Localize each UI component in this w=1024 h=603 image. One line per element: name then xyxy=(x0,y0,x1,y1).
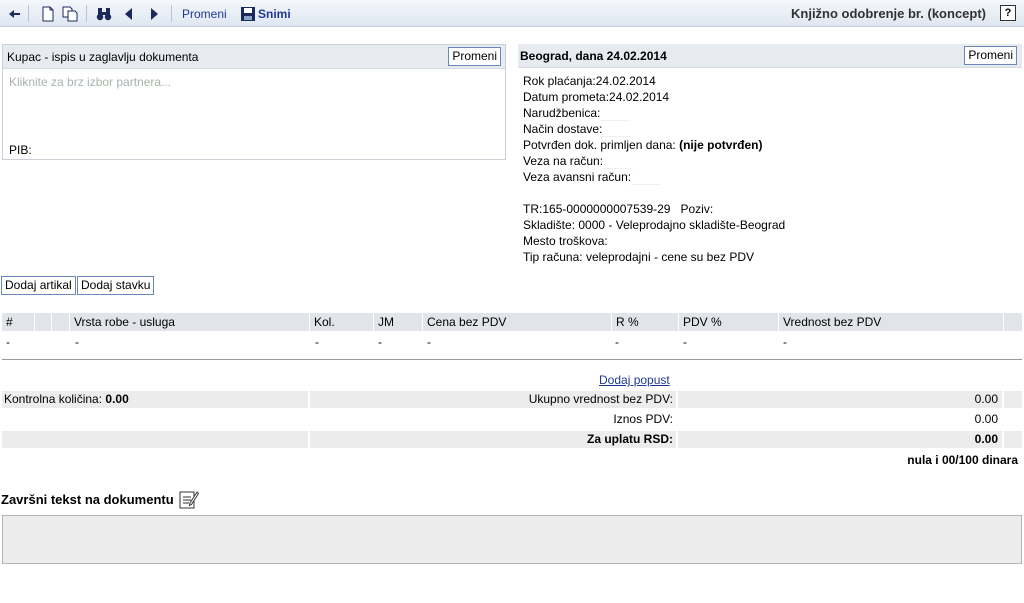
bank-account-field: TR:165-0000000007539-29 Poziv: xyxy=(523,202,713,216)
confirmation-value: (nije potvrđen) xyxy=(679,138,763,152)
invoice-link-value xyxy=(603,155,634,169)
cell-separator xyxy=(1002,391,1004,408)
col-blank-2 xyxy=(51,313,69,331)
summary-row-vat: Iznos PDV: 0.00 xyxy=(2,411,1022,428)
pay-value: 0.00 xyxy=(974,432,998,446)
partner-quick-select[interactable]: Kliknite za brz izbor partnera... xyxy=(9,75,171,89)
final-text-box[interactable] xyxy=(2,515,1022,564)
invoice-type-label: Tip računa: xyxy=(523,250,583,264)
warehouse-field: Skladište: 0000 - Veleprodajno skladište… xyxy=(523,218,785,232)
col-value-no-vat: Vrednost bez PDV xyxy=(778,313,1003,331)
confirmation-field: Potvrđen dok. primljen dana: (nije potvr… xyxy=(523,138,762,152)
document-title: Knjižno odobrenje br. (koncept) xyxy=(791,6,986,21)
add-discount-link[interactable]: Dodaj popust xyxy=(599,373,670,387)
control-quantity-label: Kontrolna količina: xyxy=(4,392,103,406)
toolbar: Promeni Snimi Knjižno odobrenje br. (kon… xyxy=(0,0,1024,27)
total-no-vat-value: 0.00 xyxy=(974,392,998,406)
help-icon[interactable]: ? xyxy=(1000,5,1016,21)
table-row-cell: - xyxy=(315,335,319,349)
advance-invoice-link-value xyxy=(631,171,662,185)
control-quantity-value: 0.00 xyxy=(105,392,129,406)
add-item-button[interactable]: Dodaj stavku xyxy=(77,276,155,295)
col-blank-1 xyxy=(34,313,51,331)
cost-center-label: Mesto troškova: xyxy=(523,234,608,248)
advance-invoice-link-label: Veza avansni račun: xyxy=(523,170,632,184)
header-edit-button[interactable]: Promeni xyxy=(964,46,1017,65)
order-field: Narudžbenica: xyxy=(523,106,631,121)
payment-due-value: 24.02.2014 xyxy=(595,74,656,88)
new-document-icon[interactable] xyxy=(40,6,56,22)
pay-label: Za uplatu RSD: xyxy=(587,432,673,446)
confirmation-label: Potvrđen dok. primljen dana: xyxy=(523,138,676,152)
table-row-cell: - xyxy=(783,335,787,349)
warehouse-value: 0000 - Veleprodajno skladište-Beograd xyxy=(578,218,786,232)
invoice-type-field: Tip računa: veleprodajni - cene su bez P… xyxy=(523,250,754,264)
document-header-panel: Beograd, dana 24.02.2014 Promeni xyxy=(518,44,1022,68)
col-actions xyxy=(1003,313,1022,331)
reference-label: Poziv: xyxy=(680,202,714,216)
col-discount: R % xyxy=(611,313,678,331)
toolbar-separator xyxy=(86,5,87,22)
warehouse-label: Skladište: xyxy=(523,218,576,232)
save-link[interactable]: Snimi xyxy=(258,7,291,21)
toolbar-separator xyxy=(171,5,172,22)
order-value xyxy=(600,107,631,121)
order-label: Narudžbenica: xyxy=(523,106,601,120)
previous-arrow-icon[interactable] xyxy=(121,6,137,22)
copy-document-icon[interactable] xyxy=(62,6,78,22)
cost-center-field: Mesto troškova: xyxy=(523,234,608,248)
table-row-cell: - xyxy=(615,335,619,349)
buyer-panel: Kupac - ispis u zaglavlju dokumenta Prom… xyxy=(2,44,506,160)
delivery-method-field: Način dostave: xyxy=(523,122,633,137)
vat-value: 0.00 xyxy=(974,412,998,426)
delivery-method-label: Način dostave: xyxy=(523,122,603,136)
invoice-link-field: Veza na račun: xyxy=(523,154,634,169)
summary-row-pay: Za uplatu RSD: 0.00 xyxy=(2,431,1022,448)
next-arrow-icon[interactable] xyxy=(146,6,162,22)
buyer-panel-header: Kupac - ispis u zaglavlju dokumenta Prom… xyxy=(3,45,505,69)
edit-link[interactable]: Promeni xyxy=(182,7,227,21)
total-no-vat-label: Ukupno vrednost bez PDV: xyxy=(528,392,673,406)
binoculars-icon[interactable] xyxy=(96,6,112,22)
payment-due-field: Rok plaćanja:24.02.2014 xyxy=(523,74,656,88)
col-price-no-vat: Cena bez PDV xyxy=(422,313,611,331)
table-row-cell: - xyxy=(427,335,431,349)
buyer-panel-title: Kupac - ispis u zaglavlju dokumenta xyxy=(7,50,199,64)
bank-account-label: TR: xyxy=(523,202,543,216)
place-date-title: Beograd, dana 24.02.2014 xyxy=(520,49,667,63)
turnover-date-field: Datum prometa:24.02.2014 xyxy=(523,90,669,104)
amount-in-words: nula i 00/100 dinara xyxy=(907,453,1018,467)
final-text-title: Završni tekst na dokumentu xyxy=(1,492,174,507)
edit-note-icon[interactable] xyxy=(179,489,200,509)
invoice-type-value: veleprodajni - cene su bez PDV xyxy=(585,250,755,264)
col-goods-service: Vrsta robe - usluga xyxy=(69,313,309,331)
payment-due-label: Rok plaćanja: xyxy=(523,74,596,88)
table-row-cell: - xyxy=(683,335,687,349)
col-unit: JM xyxy=(373,313,422,331)
advance-invoice-link-field: Veza avansni račun: xyxy=(523,170,662,185)
summary-row-total-no-vat: Kontrolna količina: 0.00 Ukupno vrednost… xyxy=(2,391,1022,408)
table-row-cell: - xyxy=(378,335,382,349)
table-row-cell: - xyxy=(75,335,79,349)
items-table-header: # Vrsta robe - usluga Kol. JM Cena bez P… xyxy=(2,313,1022,331)
turnover-date-label: Datum prometa: xyxy=(523,90,610,104)
bank-account-value: 165-0000000007539-29 xyxy=(542,202,671,216)
turnover-date-value: 24.02.2014 xyxy=(609,90,670,104)
col-quantity: Kol. xyxy=(309,313,373,331)
delivery-method-value xyxy=(602,123,633,137)
col-number: # xyxy=(6,315,13,329)
floppy-save-icon[interactable] xyxy=(240,6,256,22)
vat-label: Iznos PDV: xyxy=(613,412,673,426)
add-article-button[interactable]: Dodaj artikal xyxy=(1,276,76,295)
toolbar-separator xyxy=(28,5,29,22)
control-quantity: Kontrolna količina: 0.00 xyxy=(4,391,129,408)
col-vat: PDV % xyxy=(678,313,778,331)
back-arrow-icon[interactable] xyxy=(6,6,22,22)
pib-label: PIB: xyxy=(9,143,32,157)
divider xyxy=(2,359,1022,360)
invoice-link-label: Veza na račun: xyxy=(523,154,604,168)
table-row-cell: - xyxy=(6,335,10,349)
cell-separator xyxy=(1002,431,1004,448)
buyer-edit-button[interactable]: Promeni xyxy=(448,47,501,66)
